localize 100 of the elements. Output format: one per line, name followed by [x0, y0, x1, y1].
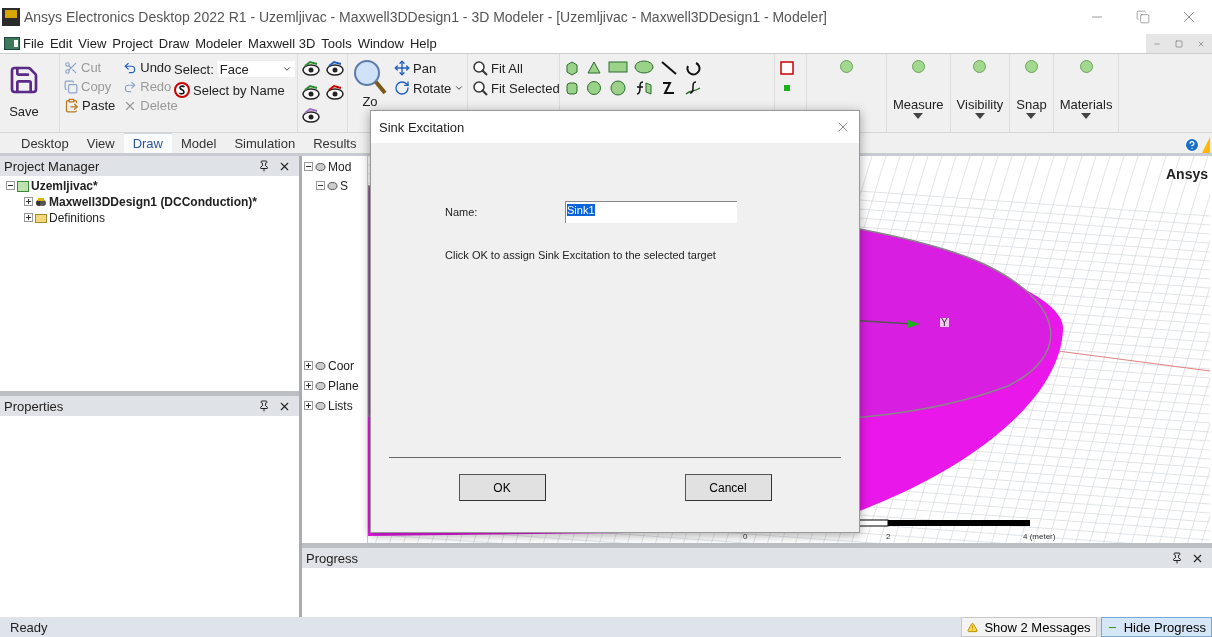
tree-item[interactable]: S [340, 179, 348, 193]
tree-item[interactable]: Maxwell3DDesign1 (DCConduction)* [49, 195, 258, 209]
tree-item[interactable]: Plane [328, 379, 359, 393]
zoom-button[interactable]: Zo [362, 94, 378, 109]
ribbon-group-button[interactable]: Materials [1059, 97, 1113, 112]
name-input-field[interactable]: Sink1 [565, 201, 737, 223]
menu-item[interactable]: Project [109, 36, 156, 51]
caret-icon [973, 112, 986, 120]
toolbar-button[interactable]: Rotate [394, 80, 465, 96]
axis-label: Y [940, 318, 949, 327]
menu-item[interactable]: View [75, 36, 110, 51]
menu-item[interactable]: Maxwell 3D [245, 36, 319, 51]
expand-icon[interactable] [304, 381, 313, 390]
rectangle-icon[interactable] [608, 60, 628, 74]
group-dot-icon[interactable] [1079, 60, 1093, 73]
document-icon[interactable] [4, 37, 20, 50]
circle-icon[interactable] [608, 80, 628, 96]
tree-item[interactable]: Uzemljivac* [31, 179, 98, 193]
save-button[interactable]: Save [4, 58, 44, 128]
project-icon [17, 180, 29, 192]
select-label: Select: [174, 61, 214, 77]
menu-item[interactable]: Modeler [192, 36, 246, 51]
ribbon-tab[interactable]: Model [172, 133, 226, 153]
fit-icon [472, 80, 488, 96]
dialog-message: Click OK to assign Sink Excitation to the selected target [445, 249, 717, 261]
node-icon [315, 361, 326, 371]
menu-item[interactable]: Tools [318, 36, 355, 51]
tree-item[interactable]: Mod [328, 160, 352, 174]
menu-item[interactable]: Draw [155, 36, 193, 51]
ribbon-tab[interactable]: View [77, 133, 124, 153]
dialog-button[interactable]: OK [458, 474, 546, 501]
eye-icon[interactable] [302, 83, 320, 100]
dialog-button[interactable]: Cancel [684, 474, 772, 501]
ribbon-tab[interactable]: Results [304, 133, 366, 153]
toolbar-button[interactable]: Fit All [472, 60, 560, 76]
menu-item[interactable]: Help [406, 36, 440, 51]
operations-dot-icon[interactable] [840, 60, 853, 73]
scale-label: 0 [743, 532, 748, 541]
collapse-icon[interactable] [304, 162, 313, 171]
cone-icon[interactable] [586, 60, 602, 76]
expand-icon[interactable] [304, 401, 313, 410]
scale-label: 4 (meter) [1023, 532, 1056, 541]
tree-item[interactable]: Definitions [49, 211, 106, 225]
caret-icon [1025, 112, 1038, 120]
panel-title: Progress [306, 550, 360, 566]
scale-label: 2 [886, 532, 891, 541]
group-dot-icon[interactable] [1025, 60, 1038, 73]
group-dot-icon[interactable] [973, 60, 987, 73]
toolbar-button[interactable]: Fit Selected [472, 80, 560, 96]
fit-icon [472, 60, 488, 76]
tree-item[interactable]: Lists [328, 399, 353, 413]
status-button[interactable]: Show 2 Messages [961, 617, 1097, 637]
ribbon-tab[interactable]: Desktop [12, 133, 78, 153]
s-circle-icon [174, 82, 190, 98]
ribbon-group-button[interactable]: Measure [893, 97, 944, 112]
group-dot-icon[interactable] [911, 60, 925, 73]
collapse-icon[interactable] [316, 181, 325, 190]
status-text: Ready [10, 619, 49, 635]
function-icon[interactable] [634, 80, 654, 96]
scissors-icon [64, 60, 78, 75]
pin-icon[interactable] [258, 160, 270, 172]
collapse-icon[interactable] [6, 181, 15, 190]
eye-icon[interactable] [326, 60, 344, 76]
expand-icon[interactable] [24, 197, 33, 206]
warning-icon [967, 621, 979, 633]
window-title: Ansys Electronics Desktop 2022 R1 - Uzemljivac - Maxwell3DDesign1 - 3D Modeler - [Uzemljivac - Maxwell3DDesign1 - Modeler] [24, 9, 828, 25]
toolbar-button[interactable]: Pan [394, 60, 465, 76]
ribbon-tab[interactable]: Draw [123, 133, 172, 153]
magnifier-icon[interactable] [352, 58, 388, 94]
expand-icon[interactable] [24, 213, 33, 222]
ribbon-group-button[interactable]: Snap [1016, 97, 1047, 112]
move-icon [394, 60, 410, 76]
copy-icon [64, 79, 78, 94]
menu-item[interactable]: Edit [46, 36, 76, 51]
toolbar-button[interactable]: Paste [64, 98, 116, 113]
pin-icon[interactable] [258, 400, 270, 412]
caret-icon [912, 112, 925, 120]
status-button[interactable]: Hide Progress [1100, 617, 1212, 637]
panel-title: Properties [4, 398, 65, 414]
brand-label: Ansys [1165, 166, 1208, 182]
caret-icon [1080, 112, 1093, 120]
caret-icon [281, 64, 292, 74]
eye-icon[interactable] [326, 83, 344, 100]
ribbon-tab[interactable]: Simulation [225, 133, 305, 153]
ellipse-icon[interactable] [634, 60, 654, 74]
sphere-icon[interactable] [586, 80, 602, 96]
eye-icon[interactable] [302, 60, 320, 76]
node-icon [327, 181, 338, 191]
arc-icon[interactable] [684, 60, 702, 76]
menu-item[interactable]: File [20, 36, 47, 51]
equation-curve-icon[interactable] [684, 80, 702, 96]
pin-icon[interactable] [1171, 552, 1183, 564]
help-icon[interactable] [1184, 137, 1200, 153]
expand-icon[interactable] [304, 361, 313, 370]
select-dropdown[interactable]: Face [215, 60, 296, 78]
line-icon[interactable] [660, 60, 678, 76]
tree-item[interactable]: Coor [328, 359, 354, 373]
ribbon-group-button[interactable]: Visibility [956, 97, 1004, 112]
eye-icon[interactable] [302, 107, 320, 124]
menu-item[interactable]: Window [354, 36, 407, 51]
